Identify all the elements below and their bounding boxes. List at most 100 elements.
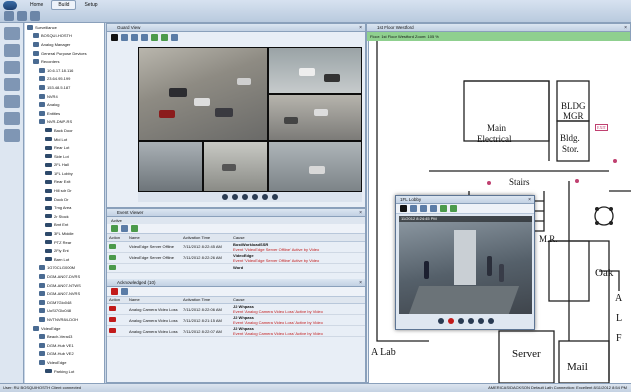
snapshot-icon[interactable] <box>487 318 494 324</box>
tree-camera-item[interactable]: 1FL Lobby <box>25 169 104 178</box>
video-icon[interactable] <box>4 129 20 142</box>
snapshot-icon[interactable] <box>272 194 278 200</box>
tree-node[interactable]: NVR-DNP-RS <box>25 118 104 127</box>
tree-camera-item[interactable]: Parking Lot <box>25 367 104 376</box>
camera-tile-road[interactable] <box>204 142 267 191</box>
tree-node[interactable]: BOSQUI-HOSTH <box>25 32 104 41</box>
layout-grid-icon[interactable] <box>410 205 417 212</box>
tab-setup[interactable]: Setup <box>78 1 103 9</box>
tree-node[interactable]: UoSI7Glo048 <box>25 307 104 316</box>
tree-camera-item[interactable]: Back Door <box>25 126 104 135</box>
forward-icon[interactable] <box>252 194 258 200</box>
tree-camera-item[interactable]: Side Lot <box>25 152 104 161</box>
column-header[interactable]: Name <box>127 234 181 242</box>
action-cell[interactable] <box>107 314 127 326</box>
tree-node[interactable]: DGM-AN07-NVRS <box>25 289 104 298</box>
tree-camera-item[interactable]: 2FL Hall <box>25 161 104 170</box>
report-icon[interactable] <box>4 112 20 125</box>
tree-node[interactable]: NVTNVR84-DOH <box>25 315 104 324</box>
tree-camera-item[interactable]: 2r Stock <box>25 212 104 221</box>
map-icon[interactable] <box>4 61 20 74</box>
acknowledge-icon[interactable] <box>111 225 118 232</box>
camera-tile-lot-b[interactable] <box>269 95 361 140</box>
view-icon[interactable] <box>4 27 20 40</box>
camera-tile-entrance[interactable] <box>139 142 202 191</box>
action-cell[interactable] <box>107 303 127 315</box>
layout-1x1-icon[interactable] <box>111 33 118 41</box>
tree-node[interactable]: 1G70CLG000M <box>25 264 104 273</box>
tree-node[interactable]: NVR4 <box>25 92 104 101</box>
tree-node[interactable]: Analog <box>25 100 104 109</box>
action-cell[interactable] <box>107 252 127 264</box>
popup-video-feed[interactable]: 11/2012 8:24:45 PM <box>399 216 532 314</box>
camera-add-icon[interactable] <box>440 205 447 212</box>
column-header[interactable]: Activation Time <box>181 234 231 242</box>
alarm-icon[interactable] <box>109 243 116 249</box>
camera-add-icon[interactable] <box>151 33 158 41</box>
table-row[interactable]: Analog Camera Video Loss 7/11/2012 8:22:0… <box>107 325 365 337</box>
tab-home[interactable]: Home <box>24 1 49 9</box>
alarm-icon[interactable] <box>4 78 20 91</box>
export-icon[interactable] <box>171 33 178 41</box>
record-icon[interactable] <box>262 194 268 200</box>
rewind-icon[interactable] <box>437 318 444 324</box>
tree-node[interactable]: DGM-AN07-NTWS <box>25 281 104 290</box>
column-header[interactable]: Cause <box>231 234 365 242</box>
alarm-icon[interactable] <box>109 328 116 333</box>
camera-tile-parking[interactable] <box>139 48 267 140</box>
tree-camera-item[interactable]: Hill sdr Dr <box>25 186 104 195</box>
tree-camera-item[interactable]: Mid Lot <box>25 135 104 144</box>
tree-camera-item[interactable]: 2Fly Ent <box>25 246 104 255</box>
tree-node[interactable]: VideoEdge <box>25 324 104 333</box>
column-header[interactable]: Cause <box>231 296 365 304</box>
column-header[interactable]: Activation Time <box>181 296 231 304</box>
pause-icon[interactable] <box>242 194 248 200</box>
tree-node[interactable]: Surveillance <box>25 23 104 32</box>
tree-camera-item[interactable]: PTZ Rear <box>25 238 104 247</box>
layout-icon[interactable] <box>4 11 14 21</box>
tree-node[interactable]: Entities <box>25 109 104 118</box>
column-header[interactable]: Action <box>107 296 127 304</box>
alarm-icon[interactable] <box>109 317 116 322</box>
tree-node[interactable]: VideoEdge <box>25 358 104 367</box>
camera-icon[interactable] <box>30 11 40 21</box>
tree-node[interactable]: Analog Manager <box>25 40 104 49</box>
clear-icon[interactable] <box>121 225 128 232</box>
forward-icon[interactable] <box>477 318 484 324</box>
tab-build[interactable]: Build <box>51 0 77 10</box>
layout-grid-icon[interactable] <box>4 44 20 57</box>
refresh-icon[interactable] <box>121 287 128 295</box>
action-cell[interactable] <box>107 241 127 253</box>
close-icon[interactable]: × <box>624 24 627 32</box>
tree-node[interactable]: 153.48.5.187 <box>25 83 104 92</box>
rewind-icon[interactable] <box>222 194 228 200</box>
close-icon[interactable]: × <box>359 279 362 287</box>
save-icon[interactable] <box>131 33 138 41</box>
column-header[interactable]: Name <box>127 296 181 304</box>
tree-camera-item[interactable]: Barn Lot <box>25 255 104 264</box>
table-row[interactable]: VideoEdge Server Offline 7/11/2012 8:22:4… <box>107 241 365 253</box>
tree-node[interactable]: DGM-Hub VE1 <box>25 341 104 350</box>
tree-node[interactable]: 23.64.95.199 <box>25 75 104 84</box>
tree-node[interactable]: 10.6.17.18.116 <box>25 66 104 75</box>
camera-group-icon[interactable] <box>450 205 457 212</box>
search-icon[interactable] <box>430 205 437 212</box>
device-icon[interactable] <box>4 95 20 108</box>
layout-1x1-icon[interactable] <box>400 205 407 212</box>
play-icon[interactable] <box>232 194 238 200</box>
delete-icon[interactable] <box>111 287 118 295</box>
camera-tile-lot-a[interactable] <box>269 48 361 93</box>
tree-camera-item[interactable]: Dock Dr <box>25 195 104 204</box>
close-icon[interactable]: × <box>359 24 362 32</box>
close-icon[interactable]: × <box>528 196 531 204</box>
tree-camera-item[interactable]: Bmt Ent <box>25 221 104 230</box>
play-icon[interactable] <box>457 318 464 324</box>
close-icon[interactable]: × <box>359 209 362 217</box>
refresh-icon[interactable] <box>131 225 138 232</box>
table-row[interactable]: Analog Camera Video Loss 7/11/2012 8:22:0… <box>107 303 365 315</box>
record-icon[interactable] <box>447 318 454 324</box>
camera-group-icon[interactable] <box>161 33 168 41</box>
tree-node[interactable]: DGM7Glo048 <box>25 298 104 307</box>
tree-node[interactable]: General Purpose Devices <box>25 49 104 58</box>
alarm-icon[interactable] <box>109 264 116 270</box>
